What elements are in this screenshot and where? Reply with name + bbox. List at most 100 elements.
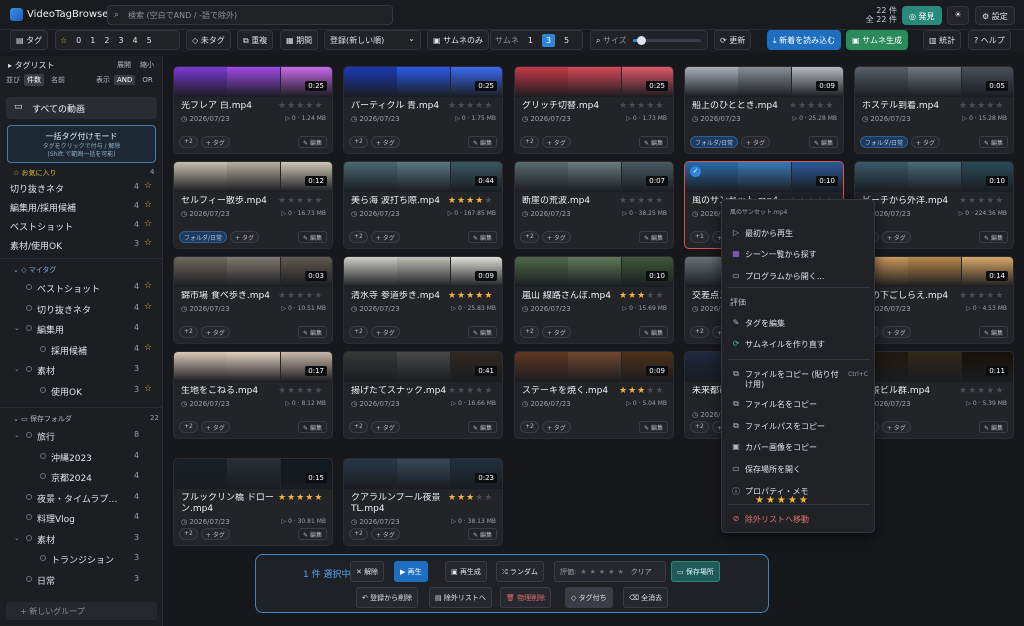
settings-button[interactable]: ⚙ 設定 <box>975 6 1015 25</box>
favorite-item[interactable]: ベストショット 4 ☆ <box>0 217 163 234</box>
video-card[interactable]: 0:44 美ら海 波打ち際.mp4 ★★★★★ ◷ 2026/07/23 ▷ 0 · 1… <box>343 161 503 249</box>
star-filled-icon[interactable]: ★ <box>278 493 287 503</box>
star-empty-icon[interactable]: ★ <box>466 386 475 396</box>
tag-chip[interactable]: +2 <box>349 421 368 433</box>
chevron-down-icon[interactable]: ⌄ <box>14 431 20 439</box>
video-card[interactable]: 0:41 揚げたてスナック.mp4 ★★★★★ ◷ 2026/07/23 ▷ 0 · 1… <box>343 351 503 439</box>
edit-button[interactable]: ✎ 編集 <box>468 326 497 338</box>
video-card[interactable]: 0:15 ブルックリン橋 ドローン.mp4 ★★★★★ ◷ 2026/07/23 ▷ 0… <box>173 458 333 546</box>
star-empty-icon[interactable]: ★ <box>968 196 977 206</box>
star-icon[interactable]: ☆ <box>144 281 152 291</box>
add-tag-button[interactable]: + タグ <box>881 231 911 243</box>
thumb-option-5[interactable]: 5 <box>564 36 569 45</box>
exclude-list-button[interactable]: ▤ 除外リストへ <box>429 587 492 608</box>
star-rating[interactable]: ★★★★★ <box>448 196 493 206</box>
context-menu-item[interactable]: ⊘ 除外リストへ移動 <box>722 512 876 528</box>
video-card[interactable]: 0:10ビーチから外洋.mp4★★★★★◷ 2026/07/23▷ 0 · 22… <box>854 161 1014 249</box>
video-card[interactable]: 0:17 生地をこねる.mp4 ★★★★★ ◷ 2026/07/23 ▷ 0 · 8.1… <box>173 351 333 439</box>
mytags-section-header[interactable]: ⌄ ◇ マイタグ <box>13 265 56 275</box>
star-empty-icon[interactable]: ★ <box>305 101 314 111</box>
tag-chip[interactable]: +2 <box>179 136 198 148</box>
star-rating[interactable]: ★★★★★ <box>278 196 323 206</box>
gen-thumbs-button[interactable]: ▣ サムネ生成 <box>846 30 908 50</box>
context-menu-item[interactable]: ▷ 最初から再生 <box>722 226 876 242</box>
star-empty-icon[interactable]: ★ <box>484 493 493 503</box>
star-filled-icon[interactable]: ★ <box>305 493 314 503</box>
star-empty-icon[interactable]: ★ <box>448 386 457 396</box>
video-card[interactable]: 0:25 グリッチ切替.mp4 ★★★★★ ◷ 2026/07/23 ▷ 0 · 1.7… <box>514 66 674 154</box>
star-empty-icon[interactable]: ★ <box>287 196 296 206</box>
star-icon[interactable]: ☆ <box>144 302 152 312</box>
star-empty-icon[interactable]: ★ <box>807 101 816 111</box>
star-empty-icon[interactable]: ★ <box>646 386 655 396</box>
star-empty-icon[interactable]: ★ <box>825 101 834 111</box>
star-empty-icon[interactable]: ★ <box>637 101 646 111</box>
tag-chip[interactable]: フォルダ/日常 <box>860 136 909 148</box>
video-card[interactable]: 0:14朝の下ごしらえ.mp4★★★★★◷ 2026/07/23▷ 0 · 4.… <box>854 256 1014 344</box>
video-card[interactable]: 0:09 清水寺 参道歩き.mp4 ★★★★★ ◷ 2026/07/23 ▷ 0 · 2… <box>343 256 503 344</box>
star-empty-icon[interactable]: ★ <box>977 386 986 396</box>
edit-button[interactable]: ✎ 編集 <box>979 136 1008 148</box>
video-card[interactable]: 0:03 錦市場 食べ歩き.mp4 ★★★★★ ◷ 2026/07/23 ▷ 0 · 1… <box>173 256 333 344</box>
add-tag-button[interactable]: + タグ <box>200 136 230 148</box>
star-empty-icon[interactable]: ★ <box>646 291 655 301</box>
star-empty-icon[interactable]: ★ <box>296 196 305 206</box>
sort-by-name[interactable]: 名前 <box>48 74 68 86</box>
video-card[interactable]: 0:05 ホステル到着.mp4 ★★★★★ ◷ 2026/07/23 ▷ 0 · 15.… <box>854 66 1014 154</box>
star-empty-icon[interactable]: ★ <box>296 291 305 301</box>
star-empty-icon[interactable]: ★ <box>977 101 986 111</box>
size-slider[interactable]: ⌕ サイズ <box>590 30 708 50</box>
collapse-all-button[interactable]: 縮小 <box>140 60 154 70</box>
star-empty-icon[interactable]: ★ <box>977 291 986 301</box>
star-empty-icon[interactable]: ★ <box>637 196 646 206</box>
star-level-0[interactable]: 0 <box>76 36 81 45</box>
star-rating[interactable]: ★★★★★ <box>619 291 664 301</box>
add-tag-button[interactable]: + タグ <box>541 136 571 148</box>
star-empty-icon[interactable]: ★ <box>628 101 637 111</box>
star-empty-icon[interactable]: ★ <box>995 196 1004 206</box>
star-rating[interactable]: ★★★★★ <box>959 386 1004 396</box>
star-rating[interactable]: ★★★★★ <box>448 493 493 503</box>
star-empty-icon[interactable]: ★ <box>986 196 995 206</box>
edit-button[interactable]: ✎ 編集 <box>979 231 1008 243</box>
star-filled-icon[interactable]: ★ <box>466 291 475 301</box>
edit-button[interactable]: ✎ 編集 <box>298 528 327 540</box>
size-slider-handle[interactable] <box>637 36 647 45</box>
help-button[interactable]: ? ヘルプ <box>968 30 1011 50</box>
add-tag-button[interactable]: + タグ <box>200 528 230 540</box>
edit-button[interactable]: ✎ 編集 <box>979 421 1008 433</box>
star-filled-icon[interactable]: ★ <box>457 196 466 206</box>
star-filled-icon[interactable]: ★ <box>637 386 646 396</box>
star-filled-icon[interactable]: ★ <box>475 291 484 301</box>
rating-stars[interactable]: ★★★★★ <box>580 568 626 576</box>
star-empty-icon[interactable]: ★ <box>475 101 484 111</box>
star-empty-icon[interactable]: ★ <box>977 196 986 206</box>
star-filled-icon[interactable]: ★ <box>628 291 637 301</box>
star-level-4[interactable]: 4 <box>133 36 138 45</box>
star-filled-icon[interactable]: ★ <box>637 291 646 301</box>
star-icon[interactable]: ☆ <box>144 219 152 229</box>
edit-button[interactable]: ✎ 編集 <box>639 421 668 433</box>
edit-button[interactable]: ✎ 編集 <box>979 326 1008 338</box>
random-button[interactable]: ⤮ ランダム <box>496 561 544 582</box>
star-empty-icon[interactable]: ★ <box>305 291 314 301</box>
star-empty-icon[interactable]: ★ <box>655 291 664 301</box>
tree-item[interactable]: 沖縄2023 4 <box>0 448 163 465</box>
star-empty-icon[interactable]: ★ <box>484 386 493 396</box>
star-empty-icon[interactable]: ★ <box>448 101 457 111</box>
play-button[interactable]: ▶ 再生 <box>394 561 428 582</box>
expand-all-button[interactable]: 展開 <box>117 60 131 70</box>
sort-select[interactable]: 登録(新しい順) ⌄ <box>324 30 421 50</box>
add-tag-button[interactable]: + タグ <box>911 136 940 148</box>
star-level-2[interactable]: 2 <box>104 36 109 45</box>
video-card[interactable]: 0:25 光フレア 白.mp4 ★★★★★ ◷ 2026/07/23 ▷ 0 · 1.2… <box>173 66 333 154</box>
tag-chip[interactable]: +2 <box>179 326 198 338</box>
video-card[interactable]: 0:09 ステーキを焼く.mp4 ★★★★★ ◷ 2026/07/23 ▷ 0 · 5.… <box>514 351 674 439</box>
star-empty-icon[interactable]: ★ <box>655 196 664 206</box>
video-card[interactable]: 0:11夜景ビル群.mp4★★★★★◷ 2026/07/23▷ 0 · 5.39… <box>854 351 1014 439</box>
star-icon[interactable]: ☆ <box>144 384 152 394</box>
chevron-down-icon[interactable]: ⌄ <box>14 365 20 373</box>
mode-or[interactable]: OR <box>139 75 155 85</box>
star-rating[interactable]: ★★★★★ <box>448 291 493 301</box>
star-empty-icon[interactable]: ★ <box>287 101 296 111</box>
